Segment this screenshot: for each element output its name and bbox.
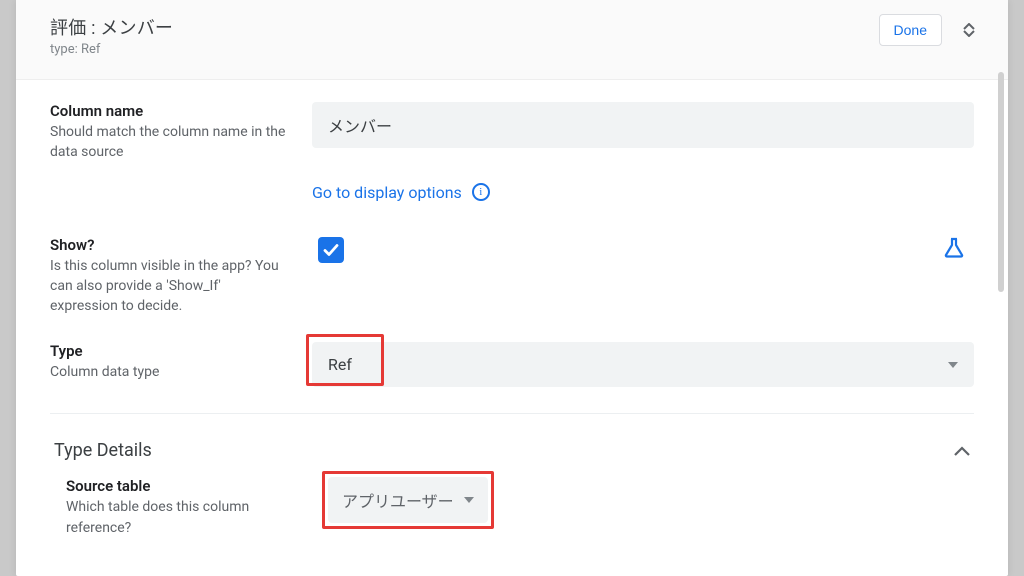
source-table-desc: Which table does this column reference? — [66, 497, 308, 538]
show-checkbox[interactable] — [318, 237, 344, 263]
column-name-label: Column name — [50, 102, 292, 120]
source-table-select[interactable]: アプリユーザー — [328, 477, 488, 523]
type-desc: Column data type — [50, 362, 292, 382]
info-icon[interactable]: i — [472, 183, 490, 201]
collapse-type-details-button[interactable] — [954, 441, 970, 460]
chevron-down-icon — [948, 362, 958, 368]
dialog-body: Column name Should match the column name… — [16, 80, 1008, 548]
flask-icon[interactable] — [942, 236, 966, 264]
chevron-down-icon — [464, 497, 474, 503]
divider — [50, 413, 974, 414]
column-settings-dialog: 評価 : メンバー type: Ref Done Column name Sho… — [16, 0, 1008, 576]
show-desc: Is this column visible in the app? You c… — [50, 256, 292, 317]
type-select-value: Ref — [328, 355, 352, 374]
header-subtitle: type: Ref — [50, 42, 173, 57]
type-label: Type — [50, 342, 292, 360]
column-name-input[interactable] — [312, 102, 974, 148]
display-options-link[interactable]: Go to display options — [312, 183, 462, 202]
type-select[interactable]: Ref — [312, 342, 974, 387]
column-name-desc: Should match the column name in the data… — [50, 122, 292, 163]
expand-collapse-button[interactable] — [960, 18, 978, 42]
scrollbar[interactable] — [998, 72, 1004, 292]
show-label: Show? — [50, 236, 292, 254]
source-table-value: アプリユーザー — [342, 488, 454, 512]
done-button[interactable]: Done — [879, 14, 942, 46]
source-table-label: Source table — [66, 477, 308, 495]
header-title: 評価 : メンバー — [50, 14, 173, 40]
dialog-header: 評価 : メンバー type: Ref Done — [16, 0, 1008, 80]
type-details-title: Type Details — [54, 440, 152, 461]
